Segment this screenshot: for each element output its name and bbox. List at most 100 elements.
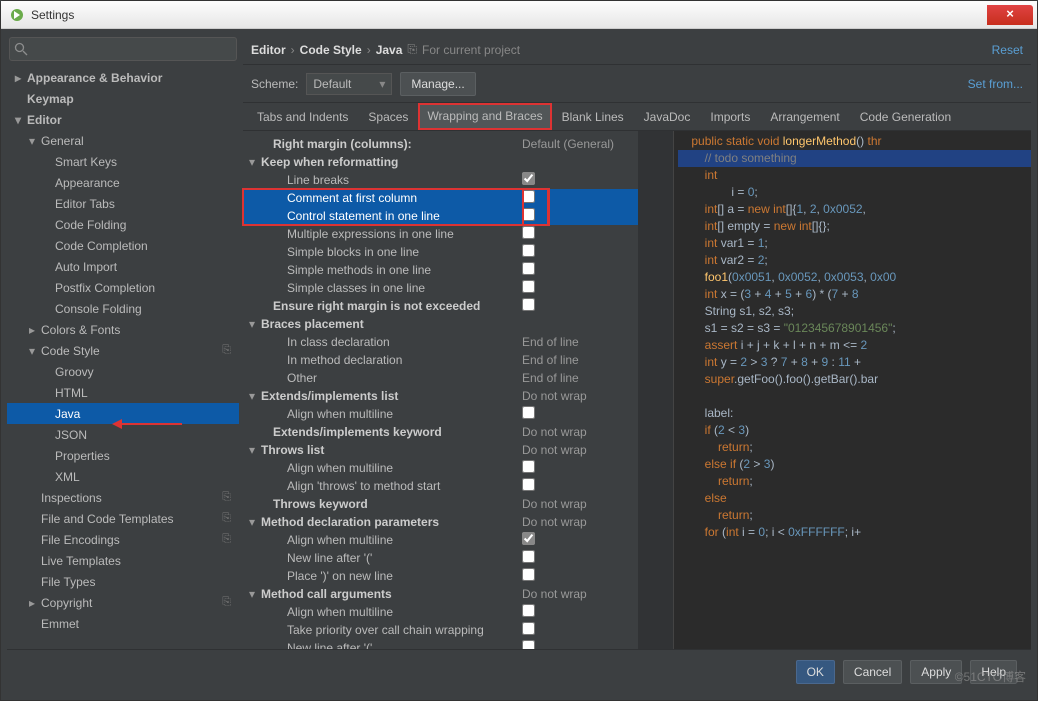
tree-item-java[interactable]: Java [7, 403, 239, 424]
option-14[interactable]: ▾Extends/implements listDo not wrap [243, 387, 638, 405]
breadcrumb: Editor› Code Style› Java ⎘For current pr… [243, 35, 1031, 65]
checkbox-4[interactable] [522, 208, 535, 221]
option-7[interactable]: Simple methods in one line [243, 261, 638, 279]
main-panel: Editor› Code Style› Java ⎘For current pr… [243, 35, 1031, 649]
tree-item-xml[interactable]: XML [7, 466, 239, 487]
checkbox-28[interactable] [522, 640, 535, 649]
tree-item-file-and-code-templates[interactable]: File and Code Templates⎘ [7, 508, 239, 529]
tree-item-code-style[interactable]: ▾Code Style⎘ [7, 340, 239, 361]
checkbox-23[interactable] [522, 550, 535, 563]
scheme-combo[interactable]: Default [306, 73, 392, 95]
ok-button[interactable]: OK [796, 660, 835, 684]
tree-item-appearance[interactable]: Appearance [7, 172, 239, 193]
option-24[interactable]: Place ')' on new line [243, 567, 638, 585]
option-3[interactable]: Comment at first column [243, 189, 638, 207]
option-22[interactable]: Align when multiline [243, 531, 638, 549]
set-from-link[interactable]: Set from... [968, 77, 1023, 91]
tree-item-copyright[interactable]: ▸Copyright⎘ [7, 592, 239, 613]
tab-arrangement[interactable]: Arrangement [760, 103, 849, 130]
tab-javadoc[interactable]: JavaDoc [634, 103, 701, 130]
tree-item-smart-keys[interactable]: Smart Keys [7, 151, 239, 172]
cancel-button[interactable]: Cancel [843, 660, 902, 684]
option-2[interactable]: Line breaks [243, 171, 638, 189]
tab-code-generation[interactable]: Code Generation [850, 103, 961, 130]
option-21[interactable]: ▾Method declaration parametersDo not wra… [243, 513, 638, 531]
checkbox-27[interactable] [522, 622, 535, 635]
window-title: Settings [31, 8, 987, 22]
breadcrumb-editor[interactable]: Editor [251, 43, 286, 57]
search-input[interactable] [9, 37, 237, 61]
option-26[interactable]: Align when multiline [243, 603, 638, 621]
option-6[interactable]: Simple blocks in one line [243, 243, 638, 261]
tree-item-auto-import[interactable]: Auto Import [7, 256, 239, 277]
tree-item-file-encodings[interactable]: File Encodings⎘ [7, 529, 239, 550]
option-25[interactable]: ▾Method call argumentsDo not wrap [243, 585, 638, 603]
checkbox-19[interactable] [522, 478, 535, 491]
option-20[interactable]: Throws keywordDo not wrap [243, 495, 638, 513]
checkbox-26[interactable] [522, 604, 535, 617]
checkbox-7[interactable] [522, 262, 535, 275]
tab-wrapping-and-braces[interactable]: Wrapping and Braces [418, 103, 551, 130]
tab-spaces[interactable]: Spaces [358, 103, 418, 130]
tree-item-colors-fonts[interactable]: ▸Colors & Fonts [7, 319, 239, 340]
tree-item-code-folding[interactable]: Code Folding [7, 214, 239, 235]
option-0[interactable]: Right margin (columns):Default (General) [243, 135, 638, 153]
apply-button[interactable]: Apply [910, 660, 962, 684]
tree-item-postfix-completion[interactable]: Postfix Completion [7, 277, 239, 298]
reset-link[interactable]: Reset [992, 43, 1023, 57]
option-13[interactable]: OtherEnd of line [243, 369, 638, 387]
option-4[interactable]: Control statement in one line [243, 207, 638, 225]
option-28[interactable]: New line after '(' [243, 639, 638, 649]
option-8[interactable]: Simple classes in one line [243, 279, 638, 297]
option-5[interactable]: Multiple expressions in one line [243, 225, 638, 243]
option-18[interactable]: Align when multiline [243, 459, 638, 477]
tab-imports[interactable]: Imports [700, 103, 760, 130]
tree-item-file-types[interactable]: File Types [7, 571, 239, 592]
scheme-label: Scheme: [251, 77, 298, 91]
tree-item-appearance-behavior[interactable]: ▸Appearance & Behavior [7, 67, 239, 88]
option-16[interactable]: Extends/implements keywordDo not wrap [243, 423, 638, 441]
search-icon [14, 42, 28, 56]
tree-item-keymap[interactable]: Keymap [7, 88, 239, 109]
tab-bar: Tabs and IndentsSpacesWrapping and Brace… [243, 103, 1031, 131]
checkbox-22[interactable] [522, 532, 535, 545]
tree-item-properties[interactable]: Properties [7, 445, 239, 466]
option-1[interactable]: ▾Keep when reformatting [243, 153, 638, 171]
tree-item-json[interactable]: JSON [7, 424, 239, 445]
option-15[interactable]: Align when multiline [243, 405, 638, 423]
option-10[interactable]: ▾Braces placement [243, 315, 638, 333]
help-button[interactable]: Help [970, 660, 1017, 684]
checkbox-2[interactable] [522, 172, 535, 185]
tree-item-console-folding[interactable]: Console Folding [7, 298, 239, 319]
tree-item-groovy[interactable]: Groovy [7, 361, 239, 382]
tree-item-editor-tabs[interactable]: Editor Tabs [7, 193, 239, 214]
option-17[interactable]: ▾Throws listDo not wrap [243, 441, 638, 459]
checkbox-6[interactable] [522, 244, 535, 257]
checkbox-5[interactable] [522, 226, 535, 239]
checkbox-3[interactable] [522, 190, 535, 203]
option-27[interactable]: Take priority over call chain wrapping [243, 621, 638, 639]
tree-item-code-completion[interactable]: Code Completion [7, 235, 239, 256]
checkbox-8[interactable] [522, 280, 535, 293]
tab-blank-lines[interactable]: Blank Lines [552, 103, 634, 130]
checkbox-15[interactable] [522, 406, 535, 419]
breadcrumb-codestyle[interactable]: Code Style [300, 43, 362, 57]
checkbox-9[interactable] [522, 298, 535, 311]
checkbox-18[interactable] [522, 460, 535, 473]
checkbox-24[interactable] [522, 568, 535, 581]
manage-button[interactable]: Manage... [400, 72, 475, 96]
tree-item-general[interactable]: ▾General [7, 130, 239, 151]
close-button[interactable]: × [987, 5, 1033, 25]
option-11[interactable]: In class declarationEnd of line [243, 333, 638, 351]
tree-item-emmet[interactable]: Emmet [7, 613, 239, 634]
option-23[interactable]: New line after '(' [243, 549, 638, 567]
tree-item-live-templates[interactable]: Live Templates [7, 550, 239, 571]
option-19[interactable]: Align 'throws' to method start [243, 477, 638, 495]
option-12[interactable]: In method declarationEnd of line [243, 351, 638, 369]
option-9[interactable]: Ensure right margin is not exceeded [243, 297, 638, 315]
button-bar: OK Cancel Apply Help [7, 649, 1031, 694]
tree-item-html[interactable]: HTML [7, 382, 239, 403]
tree-item-inspections[interactable]: Inspections⎘ [7, 487, 239, 508]
tab-tabs-and-indents[interactable]: Tabs and Indents [247, 103, 358, 130]
tree-item-editor[interactable]: ▾Editor [7, 109, 239, 130]
